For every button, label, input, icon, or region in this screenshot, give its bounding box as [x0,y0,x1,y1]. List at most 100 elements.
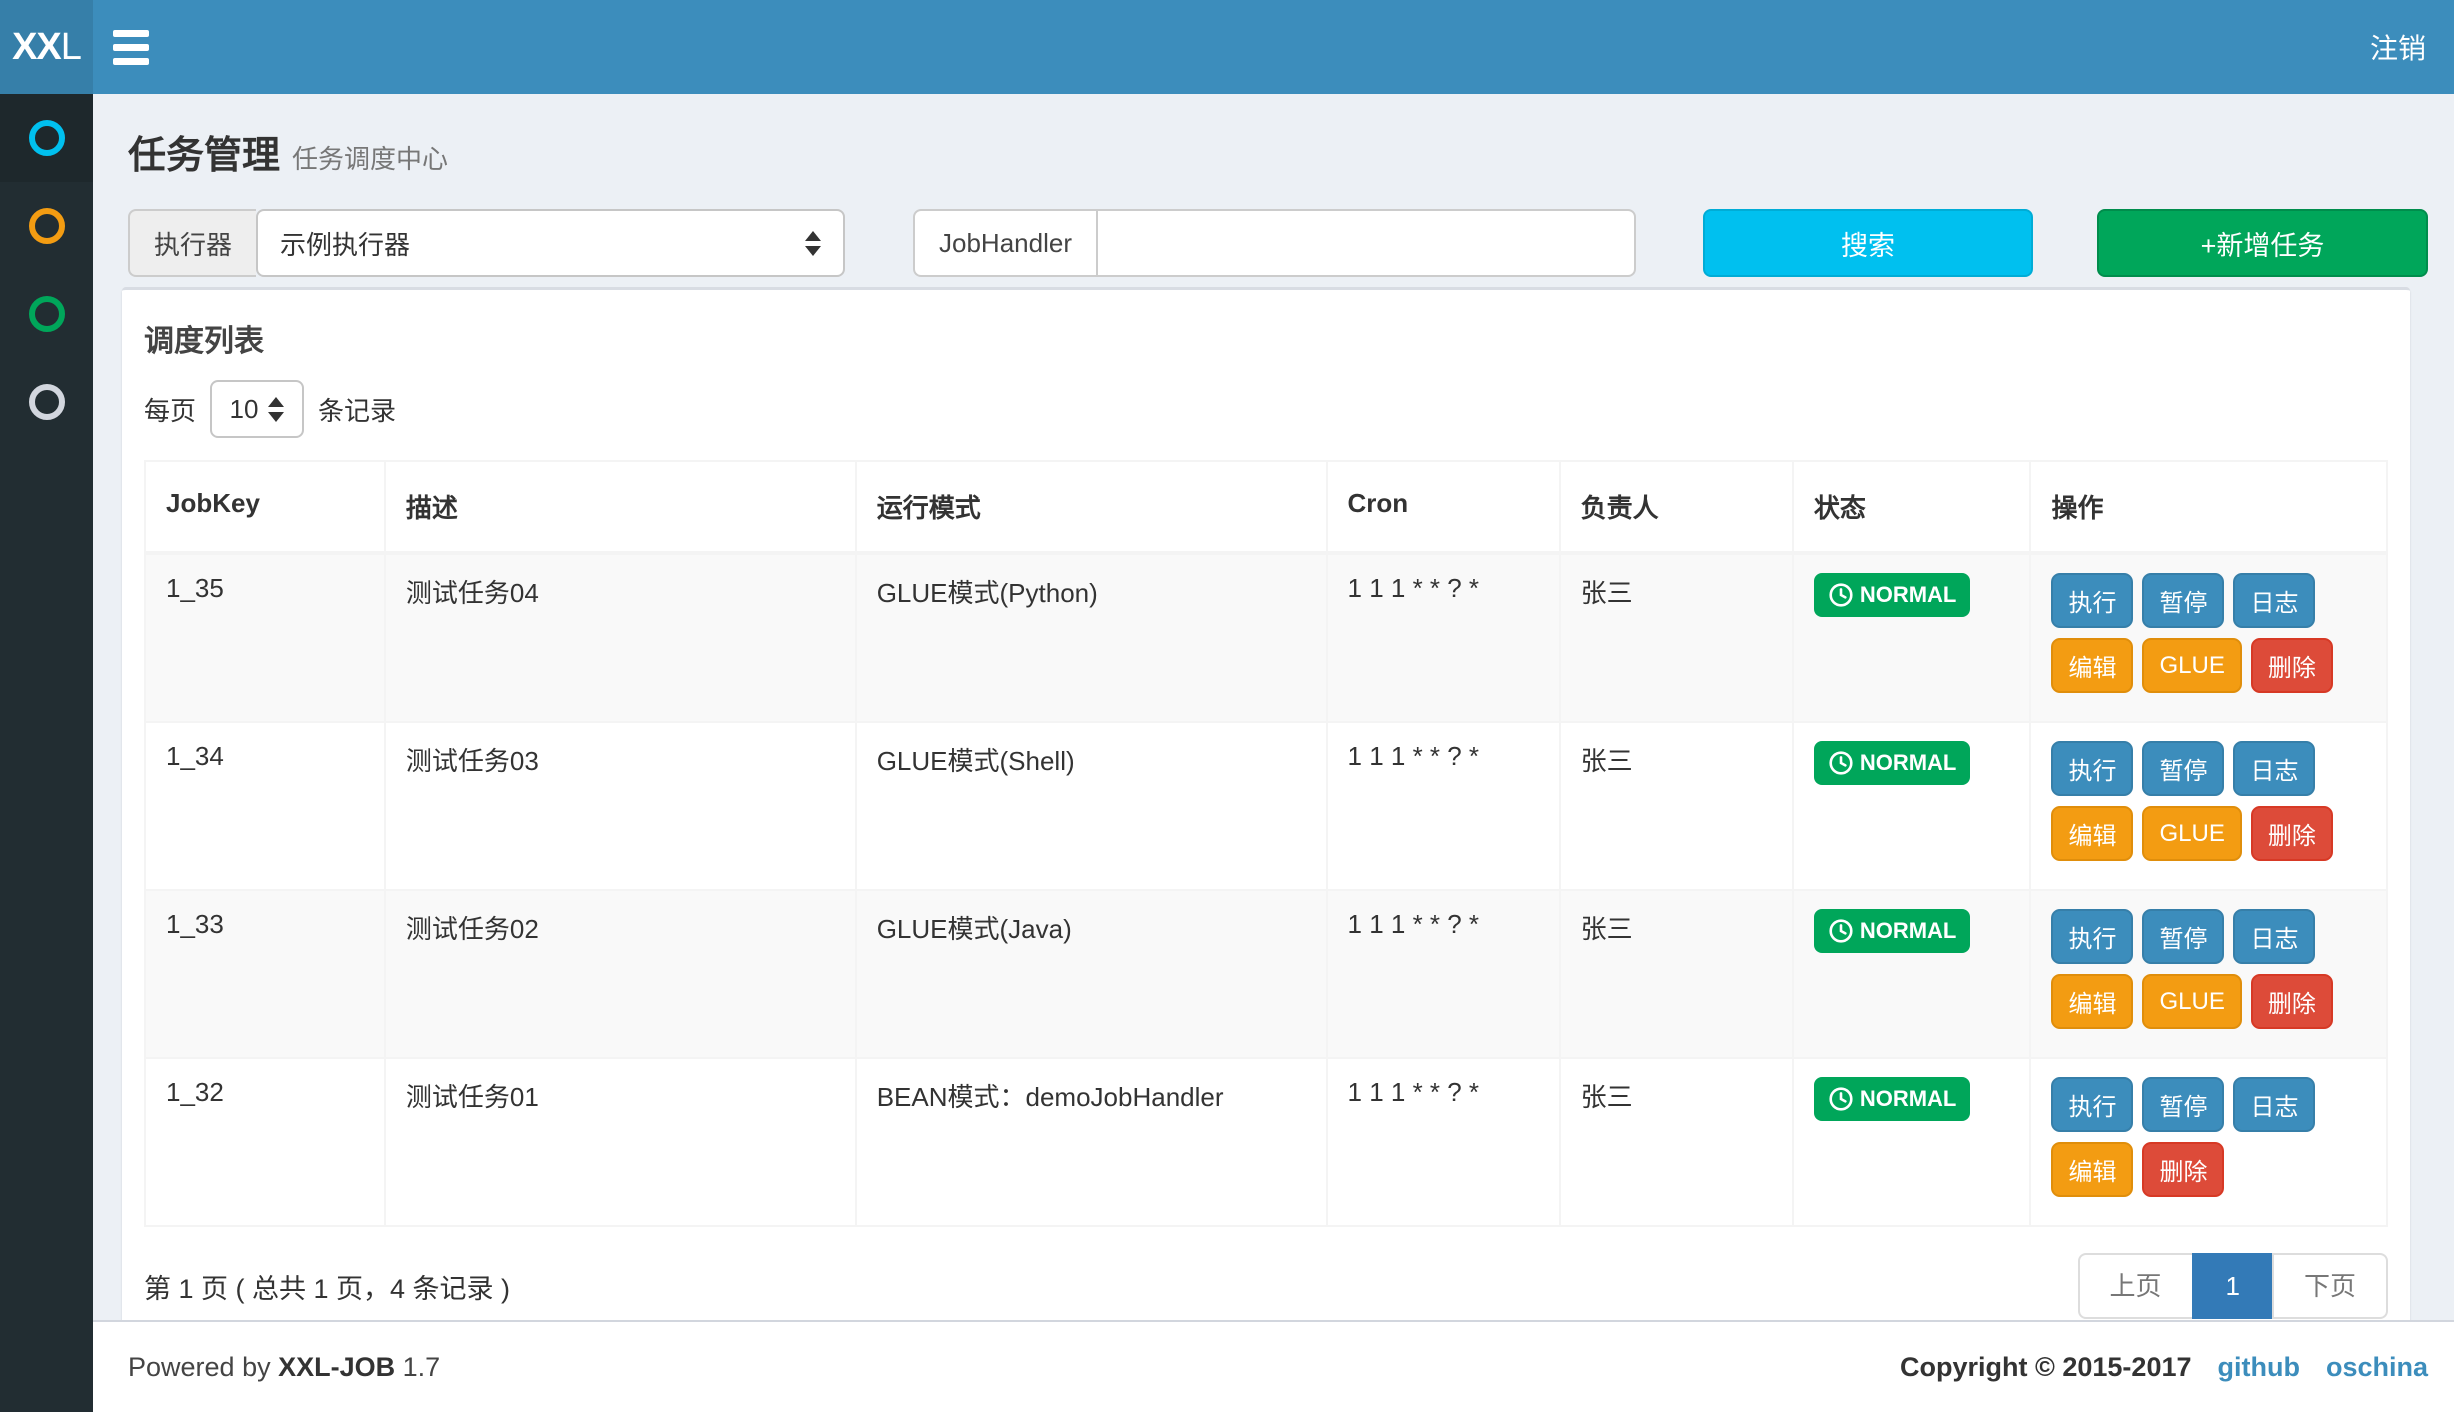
action-button-glue[interactable]: GLUE [2142,638,2241,693]
action-button-log[interactable]: 日志 [2233,741,2315,796]
action-button-edit[interactable]: 编辑 [2051,1142,2133,1197]
column-header: 负责人 [1560,461,1793,553]
content: 任务管理任务调度中心 执行器 示例执行器 JobHandler 搜索 +新增任务… [93,94,2454,1320]
action-button-run[interactable]: 执行 [2051,741,2133,796]
next-page-button[interactable]: 下页 [2272,1253,2388,1319]
cell-actions: 执行暂停日志 编辑GLUE删除 [2030,722,2387,890]
action-button-delete[interactable]: 删除 [2142,1142,2224,1197]
search-button[interactable]: 搜索 [1703,209,2033,277]
action-button-pause[interactable]: 暂停 [2142,909,2224,964]
table-row: 1_34 测试任务03 GLUE模式(Shell) 1 1 1 * * ? * … [145,722,2387,890]
cell-desc: 测试任务02 [385,890,856,1058]
action-button-delete[interactable]: 删除 [2251,806,2333,861]
action-button-glue[interactable]: GLUE [2142,806,2241,861]
cell-owner: 张三 [1560,553,1793,722]
clock-icon [1828,750,1854,776]
action-button-edit[interactable]: 编辑 [2051,974,2133,1029]
app-logo[interactable]: XXL [0,0,93,94]
clock-icon [1828,918,1854,944]
add-job-button[interactable]: +新增任务 [2097,209,2428,277]
action-button-glue[interactable]: GLUE [2142,974,2241,1029]
clock-icon [1828,1086,1854,1112]
job-table: JobKey描述运行模式Cron负责人状态操作 1_35 测试任务04 GLUE… [144,460,2388,1227]
circle-icon [29,120,65,156]
top-navbar: XXL 注销 [0,0,2454,94]
select-arrows-icon [805,231,821,256]
sidebar-item-2[interactable] [0,182,93,270]
content-header: 任务管理任务调度中心 [93,94,2454,203]
footer-right: Copyright © 2015-2017 github oschina [1900,1352,2428,1383]
sidebar-item-3[interactable] [0,270,93,358]
brand-name: XXL-JOB [278,1352,395,1382]
action-button-log[interactable]: 日志 [2233,909,2315,964]
status-badge: NORMAL [1814,741,1971,785]
current-page-button[interactable]: 1 [2192,1253,2274,1319]
jobhandler-input[interactable] [1096,209,1636,277]
sidebar [0,94,93,1412]
jobhandler-filter-group: JobHandler [913,209,1636,277]
action-button-run[interactable]: 执行 [2051,573,2133,628]
logout-link[interactable]: 注销 [2342,0,2454,94]
executor-select[interactable]: 示例执行器 [256,209,845,277]
circle-icon [29,208,65,244]
table-row: 1_33 测试任务02 GLUE模式(Java) 1 1 1 * * ? * 张… [145,890,2387,1058]
sidebar-toggle-button[interactable] [93,0,169,94]
action-button-edit[interactable]: 编辑 [2051,638,2133,693]
table-footer: 第 1 页 ( 总共 1 页，4 条记录 ) 上页 1 下页 [144,1253,2388,1319]
sidebar-item-1[interactable] [0,94,93,182]
cell-cron: 1 1 1 * * ? * [1327,1058,1560,1226]
cell-mode: GLUE模式(Java) [856,890,1327,1058]
action-button-run[interactable]: 执行 [2051,909,2133,964]
column-header: JobKey [145,461,385,553]
status-badge: NORMAL [1814,573,1971,617]
cell-actions: 执行暂停日志 编辑GLUE删除 [2030,553,2387,722]
action-button-pause[interactable]: 暂停 [2142,573,2224,628]
page-size-suffix: 条记录 [318,391,396,428]
column-header: 操作 [2030,461,2387,553]
main-area: 任务管理任务调度中心 执行器 示例执行器 JobHandler 搜索 +新增任务… [93,94,2454,1412]
filter-row: 执行器 示例执行器 JobHandler 搜索 +新增任务 [128,209,2428,277]
column-header: 状态 [1793,461,2031,553]
cell-jobkey: 1_35 [145,553,385,722]
cell-jobkey: 1_33 [145,890,385,1058]
cell-actions: 执行暂停日志 编辑GLUE删除 [2030,890,2387,1058]
action-button-log[interactable]: 日志 [2233,573,2315,628]
sidebar-item-4[interactable] [0,358,93,446]
executor-filter-group: 执行器 示例执行器 [128,209,845,277]
hamburger-icon [113,30,149,65]
status-badge: NORMAL [1814,1077,1971,1121]
page-size-select[interactable]: 10 [210,380,304,438]
action-button-pause[interactable]: 暂停 [2142,1077,2224,1132]
sidebar-menu [0,94,93,446]
cell-desc: 测试任务04 [385,553,856,722]
pagination: 上页 1 下页 [2078,1253,2389,1319]
github-link[interactable]: github [2218,1352,2300,1383]
logo-text-light: L [61,26,81,69]
action-button-edit[interactable]: 编辑 [2051,806,2133,861]
cell-cron: 1 1 1 * * ? * [1327,553,1560,722]
prev-page-button[interactable]: 上页 [2078,1253,2194,1319]
action-button-delete[interactable]: 删除 [2251,638,2333,693]
page-size-control: 每页 10 条记录 [144,380,2388,438]
executor-select-value: 示例执行器 [280,225,793,262]
oschina-link[interactable]: oschina [2326,1352,2428,1383]
table-body: 1_35 测试任务04 GLUE模式(Python) 1 1 1 * * ? *… [145,553,2387,1226]
action-button-run[interactable]: 执行 [2051,1077,2133,1132]
page-size-value: 10 [230,394,259,425]
cell-owner: 张三 [1560,890,1793,1058]
panel-title: 调度列表 [144,308,2388,354]
circle-icon [29,296,65,332]
page-size-prefix: 每页 [144,391,196,428]
action-button-log[interactable]: 日志 [2233,1077,2315,1132]
jobhandler-label: JobHandler [913,209,1096,277]
action-button-pause[interactable]: 暂停 [2142,741,2224,796]
action-button-delete[interactable]: 删除 [2251,974,2333,1029]
logo-text-bold: XX [12,26,61,69]
column-header: 描述 [385,461,856,553]
column-header: 运行模式 [856,461,1327,553]
clock-icon [1828,582,1854,608]
cell-status: NORMAL [1793,722,2031,890]
cell-mode: GLUE模式(Python) [856,553,1327,722]
cell-mode: GLUE模式(Shell) [856,722,1327,890]
select-arrows-icon [268,397,284,422]
